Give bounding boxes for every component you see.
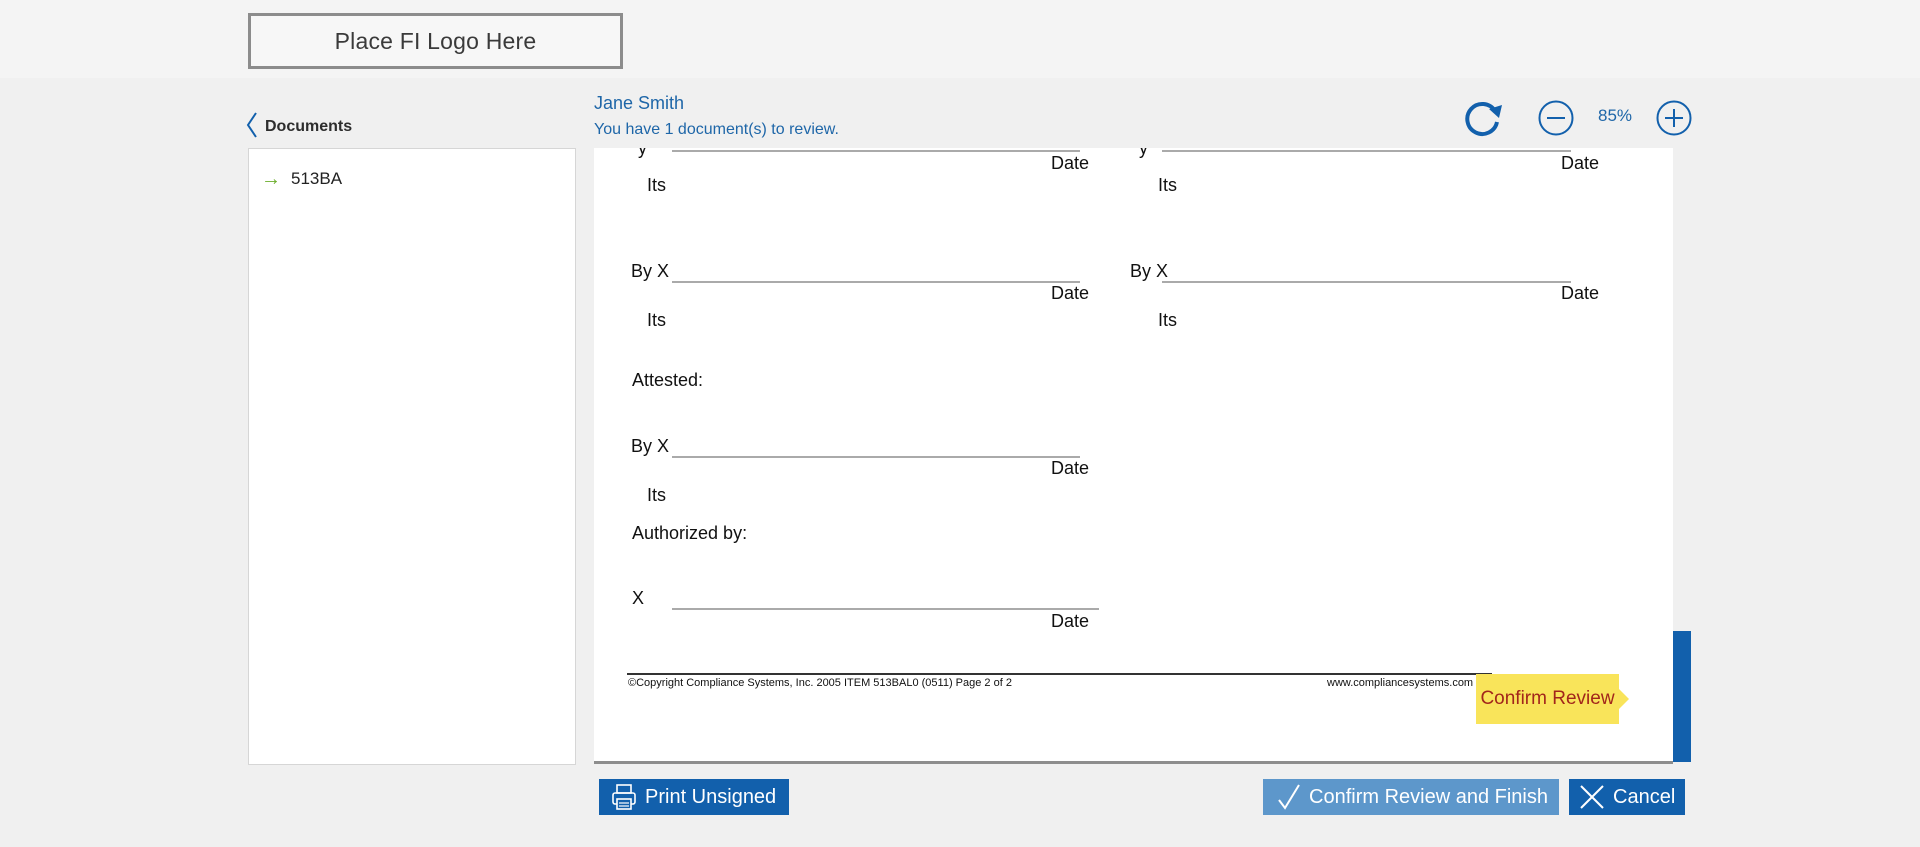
document-viewer[interactable]: y Date Its y Date Its By X Date Its By X…	[594, 148, 1673, 764]
finish-label: Confirm Review and Finish	[1309, 785, 1548, 808]
date-label: Date	[1051, 283, 1090, 303]
signature-line	[672, 608, 1099, 610]
footer-rule	[627, 673, 1492, 675]
back-to-documents[interactable]: Documents	[246, 112, 352, 138]
partial-label-left: y	[638, 148, 647, 158]
refresh-button[interactable]	[1462, 99, 1504, 144]
signature-line	[1162, 281, 1571, 283]
date-label: Date	[1561, 283, 1600, 303]
date-label: Date	[1051, 153, 1090, 173]
document-list: → 513BA	[248, 148, 576, 765]
signature-line	[1162, 150, 1571, 152]
confirm-review-finish-button[interactable]: Confirm Review and Finish	[1263, 779, 1559, 815]
back-label: Documents	[265, 117, 353, 135]
checkmark-icon	[1278, 784, 1300, 810]
x-label: X	[632, 588, 645, 608]
its-label: Its	[647, 310, 667, 330]
logo-placeholder: Place FI Logo Here	[248, 13, 623, 69]
date-label: Date	[1051, 458, 1090, 478]
by-x-label: By X	[1130, 261, 1169, 281]
by-x-label: By X	[631, 261, 670, 281]
date-label: Date	[1561, 153, 1600, 173]
its-label: Its	[1158, 310, 1178, 330]
cancel-button[interactable]: Cancel	[1569, 779, 1685, 815]
its-label: Its	[647, 175, 667, 195]
date-label: Date	[1051, 611, 1090, 631]
document-list-item[interactable]: → 513BA	[261, 169, 342, 189]
by-x-label: By X	[631, 436, 670, 456]
minus-circle-icon	[1538, 100, 1574, 136]
confirm-review-tag[interactable]: Confirm Review	[1476, 674, 1629, 724]
user-name: Jane Smith	[594, 93, 685, 113]
attested-label: Attested:	[632, 370, 704, 390]
signature-line	[672, 150, 1080, 152]
cancel-label: Cancel	[1613, 785, 1676, 808]
document-name: 513BA	[291, 169, 343, 188]
print-unsigned-button[interactable]: Print Unsigned	[599, 779, 789, 815]
refresh-icon	[1465, 102, 1502, 136]
its-label: Its	[1158, 175, 1178, 195]
review-count-message: You have 1 document(s) to review.	[594, 121, 839, 138]
authorized-by-label: Authorized by:	[632, 523, 748, 543]
top-bar: Place FI Logo Here	[0, 0, 1920, 78]
chevron-left-icon	[246, 112, 257, 138]
website-footer: www.compliancesystems.com	[1327, 677, 1474, 689]
signature-line	[672, 281, 1080, 283]
print-label: Print Unsigned	[645, 785, 777, 808]
zoom-in-button[interactable]	[1656, 100, 1692, 141]
arrow-right-icon: →	[261, 168, 281, 190]
zoom-out-button[interactable]	[1538, 100, 1574, 141]
copyright-footer: ©Copyright Compliance Systems, Inc. 2005…	[628, 677, 1012, 689]
printer-icon	[612, 784, 636, 810]
plus-circle-icon	[1656, 100, 1692, 136]
viewer-scrollbar[interactable]	[1673, 631, 1691, 762]
signature-line	[672, 456, 1080, 458]
partial-label-right: y	[1139, 148, 1148, 158]
its-label: Its	[647, 485, 667, 505]
close-icon	[1580, 785, 1604, 809]
zoom-level: 85%	[1597, 106, 1633, 125]
